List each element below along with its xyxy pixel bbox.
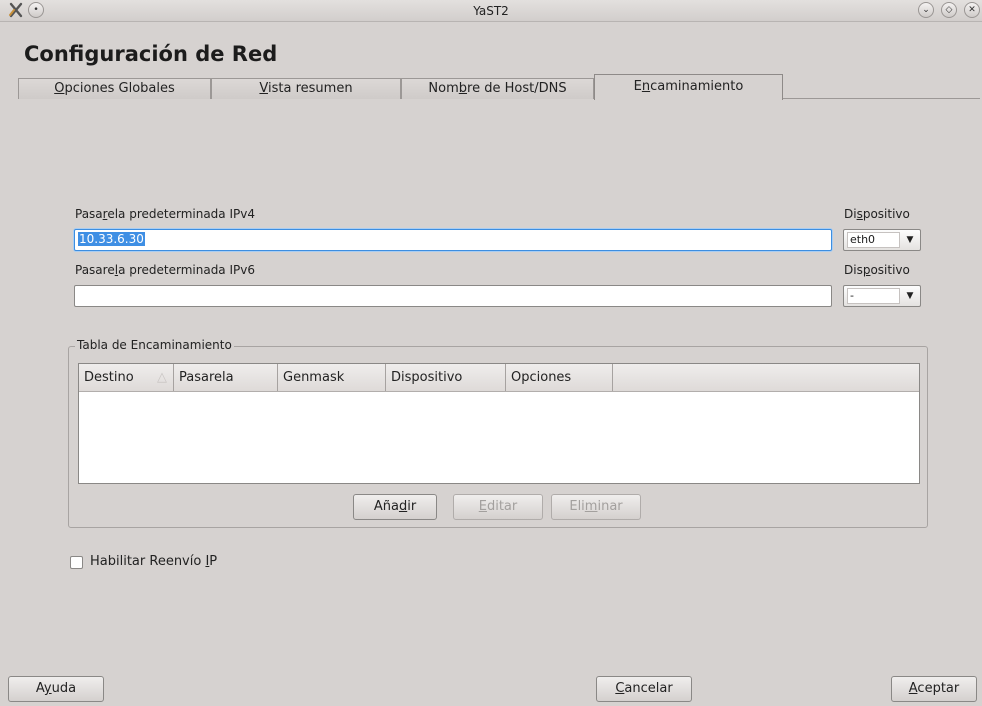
tab-mnemonic: O (54, 81, 65, 96)
ipv6-device-label: Dispositivo (844, 263, 910, 277)
ipv6-device-value: - (847, 288, 900, 304)
ipv4-gateway-value: 10.33.6.30 (78, 232, 145, 246)
label-text: ela predeterminada IPv4 (107, 207, 255, 221)
button-mnemonic: E (478, 499, 487, 514)
tab-mnemonic: V (259, 81, 269, 96)
minimize-icon[interactable]: ⌄ (918, 2, 934, 18)
button-label: Eli (569, 499, 585, 514)
tab-encaminamiento[interactable]: Encaminamiento (594, 74, 783, 100)
tab-opciones-globales[interactable]: Opciones Globales (18, 78, 211, 99)
label-text: Dis (844, 263, 863, 277)
label-text: Pasa (75, 207, 103, 221)
help-button[interactable]: Ayuda (8, 676, 104, 702)
chevron-down-icon[interactable]: ▼ (902, 288, 918, 304)
close-icon[interactable]: ✕ (964, 2, 980, 18)
column-label: Genmask (283, 370, 345, 385)
routing-table-group: Tabla de Encaminamiento Destino △ Pasare… (68, 338, 928, 528)
tab-label: Nom (428, 81, 459, 96)
column-label: Opciones (511, 370, 572, 385)
tab-label: re de Host/DNS (467, 81, 567, 96)
label-text: Pasare (75, 263, 115, 277)
routing-table-title: Tabla de Encaminamiento (75, 338, 234, 352)
button-label: ceptar (917, 681, 960, 696)
column-header-genmask[interactable]: Genmask (278, 364, 386, 391)
table-header: Destino △ Pasarela Genmask Dispositivo O… (79, 364, 919, 392)
ipv6-gateway-input[interactable] (74, 285, 832, 307)
maximize-icon[interactable]: ◇ (941, 2, 957, 18)
sort-ascending-icon: △ (157, 370, 167, 385)
window-title: YaST2 (473, 4, 509, 18)
button-mnemonic: d (398, 499, 408, 514)
button-label: ir (407, 499, 417, 514)
label-text: Habilitar Reenvío (90, 554, 206, 569)
edit-route-button[interactable]: Editar (453, 494, 543, 520)
ipv4-gateway-input[interactable]: 10.33.6.30 (74, 229, 832, 251)
label-text: a predeterminada IPv6 (118, 263, 255, 277)
tab-label: E (633, 79, 642, 94)
button-label: Aña (373, 499, 399, 514)
label-text: positivo (862, 207, 910, 221)
chevron-down-icon[interactable]: ▼ (902, 232, 918, 248)
routing-table[interactable]: Destino △ Pasarela Genmask Dispositivo O… (78, 363, 920, 484)
label-text: P (209, 554, 218, 569)
tab-label: caminamiento (650, 79, 744, 94)
column-label: Pasarela (179, 370, 234, 385)
ip-forwarding-checkbox[interactable] (70, 556, 83, 569)
tab-nombre-host-dns[interactable]: Nombre de Host/DNS (401, 78, 594, 99)
ipv6-gateway-label: Pasarela predeterminada IPv6 (75, 263, 255, 277)
button-label: A (35, 681, 44, 696)
ipv4-device-value: eth0 (847, 232, 900, 248)
button-label: ditar (486, 499, 518, 514)
button-label: uda (51, 681, 77, 696)
tab-vista-resumen[interactable]: Vista resumen (211, 78, 401, 99)
add-route-button[interactable]: Añadir (353, 494, 437, 520)
button-mnemonic: m (584, 499, 598, 514)
title-bar: • YaST2 ⌄ ◇ ✕ (0, 0, 982, 22)
ipv4-device-label: Dispositivo (844, 207, 910, 221)
column-label: Dispositivo (391, 370, 463, 385)
button-label: inar (597, 499, 623, 514)
tab-mnemonic: b (458, 81, 468, 96)
tab-mnemonic: n (641, 79, 651, 94)
ipv6-device-select[interactable]: - ▼ (843, 285, 921, 307)
page-title: Configuración de Red (24, 42, 278, 66)
column-header-opciones[interactable]: Opciones (506, 364, 613, 391)
cancel-button[interactable]: Cancelar (596, 676, 692, 702)
ipv4-device-select[interactable]: eth0 ▼ (843, 229, 921, 251)
tab-label: ista resumen (268, 81, 353, 96)
tab-bar: Opciones Globales Vista resumen Nombre d… (18, 74, 980, 100)
tab-label: pciones Globales (64, 81, 175, 96)
label-text: ositivo (870, 263, 910, 277)
column-header-destino[interactable]: Destino △ (79, 364, 174, 391)
delete-route-button[interactable]: Eliminar (551, 494, 641, 520)
label-text: Di (844, 207, 857, 221)
ip-forwarding-label[interactable]: Habilitar Reenvío IP (90, 554, 217, 569)
button-label: ancelar (624, 681, 673, 696)
column-label: Destino (84, 370, 134, 385)
column-header-dispositivo[interactable]: Dispositivo (386, 364, 506, 391)
button-mnemonic: y (43, 681, 52, 696)
column-header-pasarela[interactable]: Pasarela (174, 364, 278, 391)
ipv4-gateway-label: Pasarela predeterminada IPv4 (75, 207, 255, 221)
accept-button[interactable]: Aceptar (891, 676, 977, 702)
